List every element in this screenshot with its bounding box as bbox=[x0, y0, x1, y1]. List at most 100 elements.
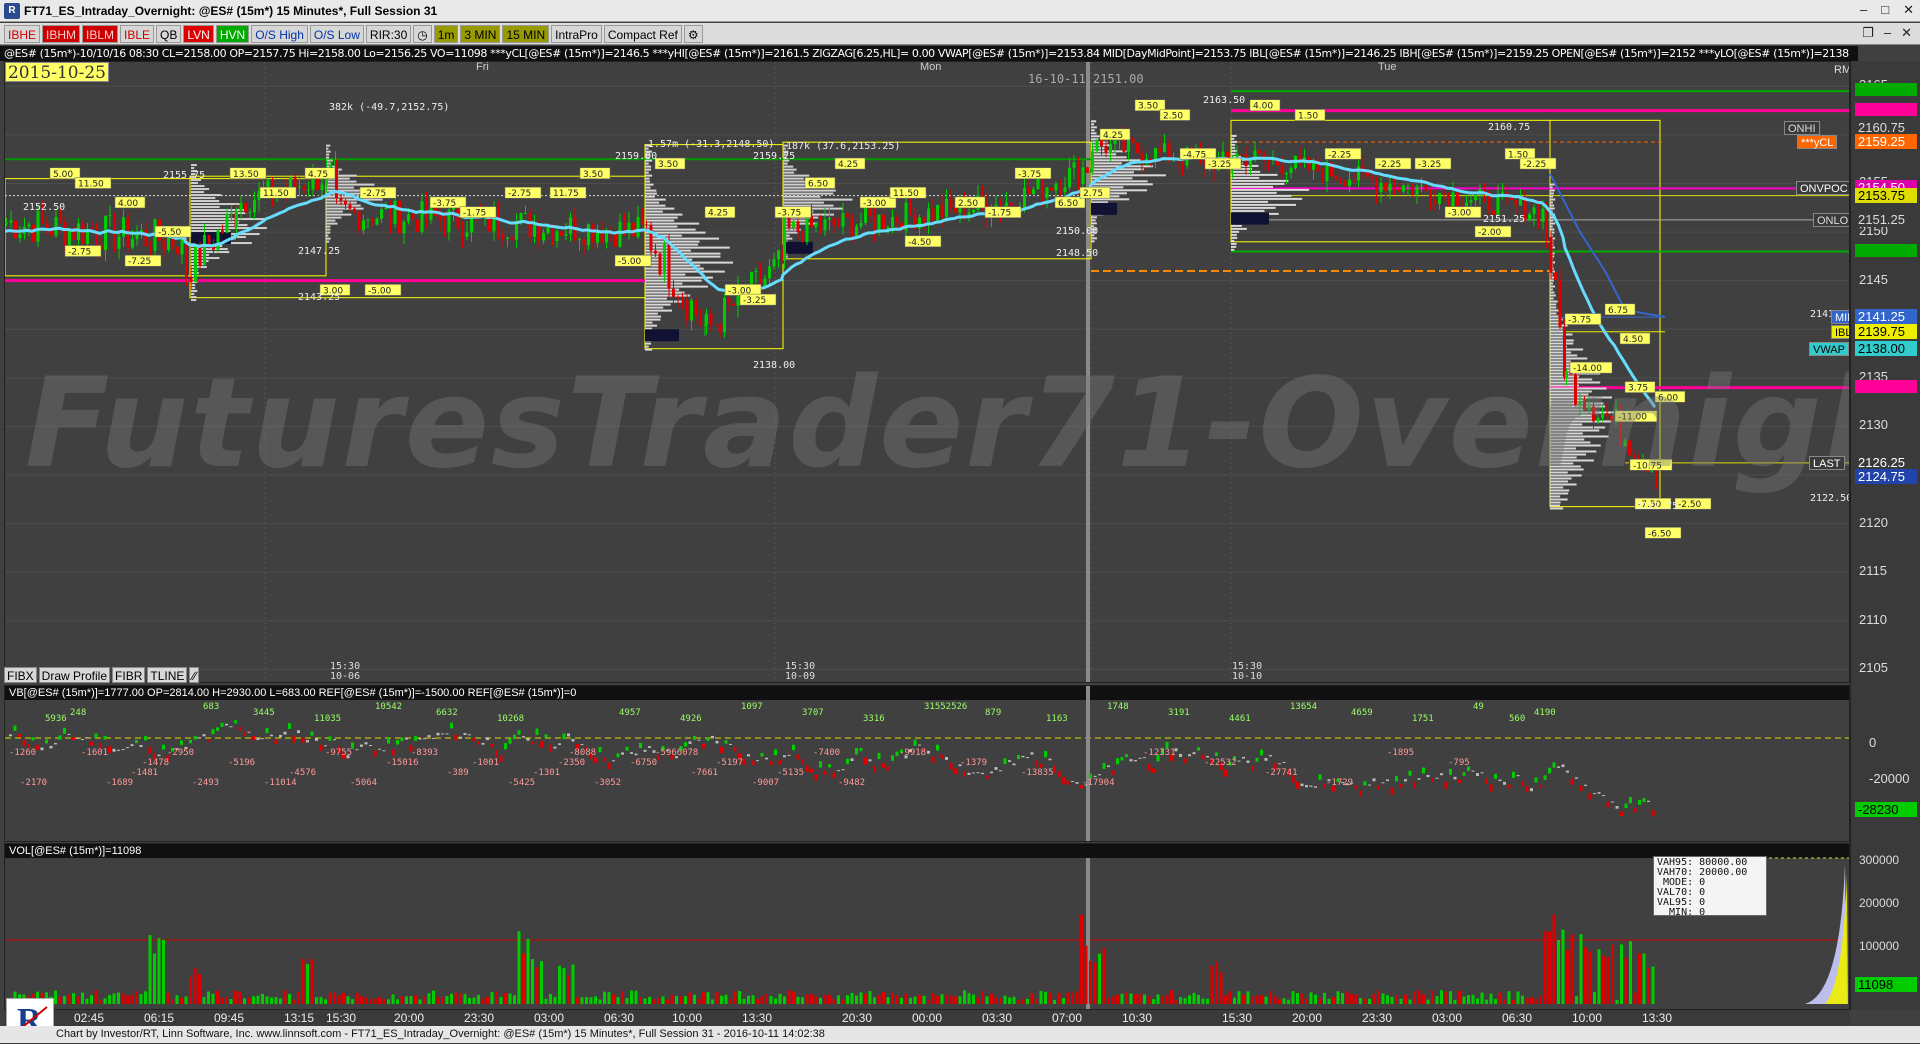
price-label: 2148.50 bbox=[1056, 247, 1099, 259]
svg-text:-2.00: -2.00 bbox=[1478, 228, 1502, 238]
toolbar-button-hvn[interactable]: HVN bbox=[215, 24, 250, 43]
svg-text:-4.50: -4.50 bbox=[908, 238, 932, 248]
price-label: 2160.75 bbox=[1488, 121, 1531, 133]
maximize-icon[interactable]: □ bbox=[1881, 2, 1889, 18]
time-tick: 13:30 bbox=[742, 1011, 773, 1025]
side-label-ibl: IBL bbox=[1831, 324, 1849, 339]
svg-text:6.50: 6.50 bbox=[808, 179, 828, 189]
toolbar-button-iblm[interactable]: IBLM bbox=[82, 24, 119, 43]
draw-tool-tline[interactable]: TLINE bbox=[147, 667, 188, 683]
vb-value: 10542 bbox=[375, 702, 403, 712]
vb-value: -27741 bbox=[1265, 768, 1298, 778]
vb-value: -1601 bbox=[81, 748, 109, 758]
price-chart-svg: 5.00 11.50 4.00 -5.50 -2.75 -7.25 13.50 11.50 4.… bbox=[5, 62, 1849, 682]
draw-tool-fibr[interactable]: FIBR bbox=[112, 667, 146, 683]
volume-pane[interactable]: VOL[@ES# (15m*)]=11098 bbox=[4, 843, 1850, 1010]
vb-value: -1689 bbox=[106, 778, 134, 788]
price-tick: 2130 bbox=[1859, 417, 1888, 433]
level-marker bbox=[1855, 243, 1917, 257]
toolbar-button-ibhe[interactable]: IBHE bbox=[4, 24, 41, 43]
price-pane[interactable]: 5.00 11.50 4.00 -5.50 -2.75 -7.25 13.50 11.50 4.… bbox=[4, 61, 1850, 683]
vb-value: 4926 bbox=[680, 714, 702, 724]
minimize-pane-icon[interactable]: – bbox=[1884, 25, 1891, 41]
time-tick: 10:00 bbox=[1572, 1011, 1603, 1025]
svg-text:6.50: 6.50 bbox=[1058, 199, 1078, 209]
vb-value: -1379 bbox=[960, 758, 988, 768]
svg-text:2.50: 2.50 bbox=[1163, 111, 1183, 121]
price-label: 2159.00 bbox=[615, 150, 658, 162]
toolbar-button-15-min[interactable]: 15 MIN bbox=[502, 24, 550, 43]
settings-icon[interactable]: ⚙ bbox=[683, 24, 703, 43]
svg-text:-1.75: -1.75 bbox=[988, 209, 1011, 219]
toolbar-button-ibhm[interactable]: IBHM bbox=[42, 24, 81, 43]
pencil-icon[interactable]: ∕∕ bbox=[189, 667, 200, 683]
vb-value: -2950 bbox=[167, 748, 195, 758]
svg-text:11.75: 11.75 bbox=[553, 189, 579, 199]
price-axis[interactable]: 2165216021552150214521402135213021252120… bbox=[1850, 61, 1920, 1010]
vb-value: -9482 bbox=[838, 778, 866, 788]
vb-value: -5966078 bbox=[655, 748, 699, 758]
toolbar-button-o-s-low[interactable]: O/S Low bbox=[309, 24, 364, 43]
close-icon[interactable]: ✕ bbox=[1903, 2, 1914, 18]
price-label: 2150.00 bbox=[1056, 226, 1099, 238]
svg-text:-7.25: -7.25 bbox=[128, 257, 151, 267]
draw-tool-draw-profile[interactable]: Draw Profile bbox=[38, 667, 111, 683]
level-marker bbox=[1855, 83, 1917, 97]
time-tick: 15:30 bbox=[326, 1011, 357, 1025]
time-tick: 13:15 bbox=[284, 1011, 315, 1025]
price-tick: 2105 bbox=[1859, 660, 1888, 676]
svg-text:4.00: 4.00 bbox=[118, 199, 138, 209]
vb-value: 1163 bbox=[1046, 714, 1068, 724]
draw-tool-fibx[interactable]: FIBX bbox=[4, 667, 37, 683]
volume-chart-svg bbox=[5, 857, 1849, 1009]
vb-value: 6632 bbox=[436, 708, 458, 718]
side-label-onlo: ONLO bbox=[1813, 212, 1849, 227]
close-pane-icon[interactable]: ✕ bbox=[1901, 25, 1912, 41]
svg-text:11.50: 11.50 bbox=[263, 189, 289, 199]
vb-value: -22532 bbox=[1204, 758, 1237, 768]
price-label: 2147.25 bbox=[298, 245, 341, 257]
clock-icon[interactable]: ◷ bbox=[413, 24, 432, 43]
vb-value: -9007 bbox=[752, 778, 780, 788]
svg-text:-2.75: -2.75 bbox=[508, 189, 531, 199]
toolbar-button-compact-ref[interactable]: Compact Ref bbox=[603, 24, 682, 43]
rm-label[interactable]: RM bbox=[1831, 63, 1849, 77]
toolbar-button-1m[interactable]: 1m bbox=[433, 24, 459, 43]
price-bubbles: 5.00 11.50 4.00 -5.50 -2.75 -7.25 13.50 11.50 4.… bbox=[49, 99, 1712, 539]
vb-value: -12331 bbox=[1143, 748, 1176, 758]
volume-bars bbox=[9, 914, 1655, 1004]
title-bar[interactable]: R FT71_ES_Intraday_Overnight: @ES# (15m*… bbox=[0, 0, 1920, 22]
svg-text:-3.75: -3.75 bbox=[433, 199, 456, 209]
toolbar-button-rir-30[interactable]: RIR:30 bbox=[365, 24, 412, 43]
vb-value: 4957 bbox=[619, 708, 641, 718]
profile-block bbox=[1091, 202, 1117, 215]
svg-text:-2.25: -2.25 bbox=[1378, 160, 1401, 170]
volume-balance-pane[interactable]: VB[@ES# (15m*)]=1777.00 OP=2814.00 H=293… bbox=[4, 685, 1850, 842]
profile-block bbox=[783, 241, 813, 254]
toolbar-button-3-min[interactable]: 3 MIN bbox=[460, 24, 501, 43]
svg-text:5.00: 5.00 bbox=[53, 170, 73, 180]
profile-block bbox=[645, 329, 679, 342]
svg-text:-5.00: -5.00 bbox=[618, 257, 642, 267]
time-tick: 07:00 bbox=[1052, 1011, 1083, 1025]
restore-icon[interactable]: ❐ bbox=[1862, 25, 1874, 41]
profile-label: 382k (-49.7,2152.75) bbox=[329, 102, 450, 114]
svg-text:-5.00: -5.00 bbox=[368, 286, 392, 296]
price-label: 2163.50 bbox=[1203, 94, 1246, 106]
toolbar-button-intrapro[interactable]: IntraPro bbox=[551, 24, 602, 43]
minimize-icon[interactable]: – bbox=[1860, 2, 1867, 18]
toolbar-button-lvn[interactable]: LVN bbox=[183, 24, 214, 43]
time-tick: 20:00 bbox=[1292, 1011, 1323, 1025]
toolbar-button-qb[interactable]: QB bbox=[156, 24, 182, 43]
time-axis[interactable]: 02:45 06:15 09:45 13:15 15:30 20:00 23:30 03:00… bbox=[4, 1010, 1850, 1026]
svg-text:-10.75: -10.75 bbox=[1633, 461, 1662, 471]
toolbar-button-o-s-high[interactable]: O/S High bbox=[251, 24, 308, 43]
session-date: 10-09 bbox=[785, 671, 816, 682]
vb-value: 560 bbox=[1509, 714, 1526, 724]
time-tick: 10:00 bbox=[672, 1011, 703, 1025]
toolbar-button-ible[interactable]: IBLE bbox=[120, 24, 155, 43]
vb-value: -9918 bbox=[899, 748, 927, 758]
vb-value: -5425 bbox=[508, 778, 536, 788]
chart-header-label: 16-10-11 2151.00 bbox=[1028, 72, 1144, 86]
time-tick: 03:00 bbox=[1432, 1011, 1463, 1025]
